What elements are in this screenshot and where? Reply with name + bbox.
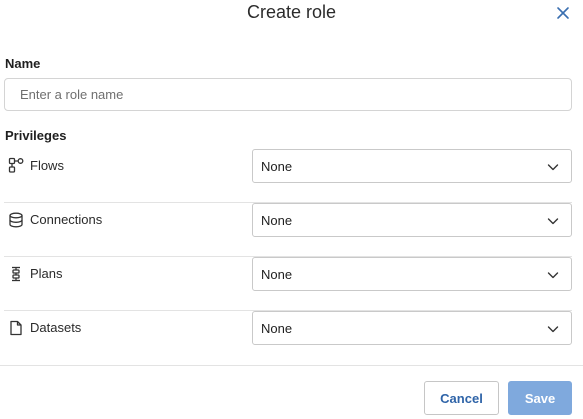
dialog-title: Create role: [246, 2, 337, 22]
connections-privilege-select[interactable]: None: [252, 203, 572, 237]
chevron-down-icon: [547, 272, 559, 279]
datasets-select-value: None: [261, 321, 293, 336]
flow-icon: [8, 157, 24, 173]
name-label: Name: [5, 56, 41, 71]
plan-icon: [12, 266, 20, 282]
close-icon[interactable]: [554, 4, 572, 22]
footer-divider: [0, 365, 583, 366]
privilege-row-plans: Plans None: [4, 257, 572, 311]
chevron-down-icon: [547, 164, 559, 171]
privileges-label: Privileges: [5, 128, 67, 143]
role-name-input[interactable]: [4, 78, 572, 111]
privilege-label-plans: Plans: [30, 266, 63, 281]
close-button[interactable]: [554, 4, 572, 22]
privilege-label-connections: Connections: [30, 212, 103, 227]
plans-privilege-select[interactable]: None: [252, 257, 572, 291]
cancel-button[interactable]: Cancel: [424, 381, 499, 415]
datasets-privilege-select[interactable]: None: [252, 311, 572, 345]
privilege-row-datasets: Datasets None: [4, 311, 572, 365]
privilege-row-flows: Flows None: [4, 149, 572, 203]
privilege-row-connections: Connections None: [4, 203, 572, 257]
chevron-down-icon: [547, 326, 559, 333]
file-icon: [10, 320, 22, 336]
flows-privilege-select[interactable]: None: [252, 149, 572, 183]
save-button[interactable]: Save: [508, 381, 572, 415]
plans-select-value: None: [261, 267, 293, 282]
create-role-dialog: Create role Name Privileges Flows None: [0, 0, 583, 419]
connections-select-value: None: [261, 213, 293, 228]
flows-select-value: None: [261, 159, 293, 174]
chevron-down-icon: [547, 218, 559, 225]
privilege-label-datasets: Datasets: [30, 320, 82, 335]
privilege-label-flows: Flows: [30, 158, 64, 173]
database-icon: [9, 212, 23, 228]
